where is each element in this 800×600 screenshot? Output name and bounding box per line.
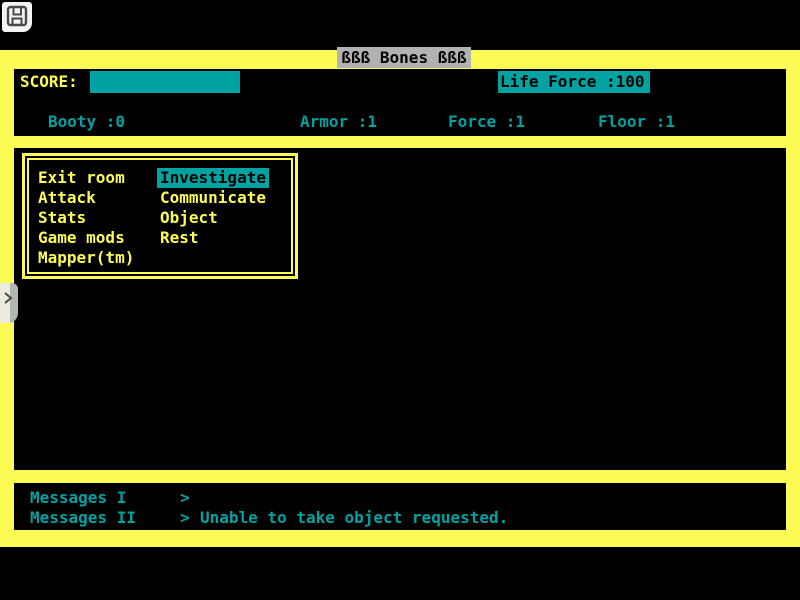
menu-item-exit-room[interactable]: Exit room: [38, 168, 160, 188]
message-prompt: >: [180, 488, 190, 508]
floppy-disk-icon: [6, 5, 28, 30]
message-row: Messages II > Unable to take object requ…: [14, 508, 786, 528]
message-label: Messages I: [30, 488, 126, 508]
menu-item-stats[interactable]: Stats: [38, 208, 160, 228]
status-header-panel: SCORE: 0 Life Force :100 Booty :0 Armor …: [14, 69, 786, 136]
message-prompt: >: [180, 508, 190, 528]
save-button[interactable]: [2, 2, 32, 32]
menu-item-object[interactable]: Object: [160, 208, 269, 228]
menu-item-investigate[interactable]: Investigate: [157, 168, 269, 188]
messages-panel: Messages I > Messages II > Unable to tak…: [14, 483, 786, 530]
life-force-badge: Life Force :100: [498, 71, 650, 93]
stat-force: Force :1: [448, 112, 525, 132]
menu-item-attack[interactable]: Attack: [38, 188, 160, 208]
main-room-panel: Exit room Attack Stats Game mods Mapper(…: [14, 148, 786, 470]
menu-item-communicate[interactable]: Communicate: [160, 188, 269, 208]
menu-item-game-mods[interactable]: Game mods: [38, 228, 160, 248]
message-row: Messages I >: [14, 488, 786, 508]
window-title: ßßß Bones ßßß: [337, 47, 471, 68]
command-menu-inner: Exit room Attack Stats Game mods Mapper(…: [27, 158, 293, 274]
message-label: Messages II: [30, 508, 136, 528]
stat-floor: Floor :1: [598, 112, 675, 132]
score-bar: 0: [90, 71, 240, 93]
stat-armor: Armor :1: [300, 112, 377, 132]
game-screen: ßßß Bones ßßß SCORE: 0 Life Force :100 B…: [0, 0, 800, 600]
score-label: SCORE:: [20, 72, 78, 92]
command-menu-right-column: Investigate Communicate Object Rest: [160, 168, 269, 272]
score-value: 0: [224, 94, 234, 113]
command-menu-left-column: Exit room Attack Stats Game mods Mapper(…: [38, 168, 160, 272]
message-text: Unable to take object requested.: [200, 508, 508, 528]
stat-booty: Booty :0: [48, 112, 125, 132]
menu-item-rest[interactable]: Rest: [160, 228, 269, 248]
sidebar-expand-tab[interactable]: [0, 283, 18, 323]
command-menu: Exit room Attack Stats Game mods Mapper(…: [22, 153, 298, 279]
menu-item-mapper[interactable]: Mapper(tm): [38, 248, 160, 268]
